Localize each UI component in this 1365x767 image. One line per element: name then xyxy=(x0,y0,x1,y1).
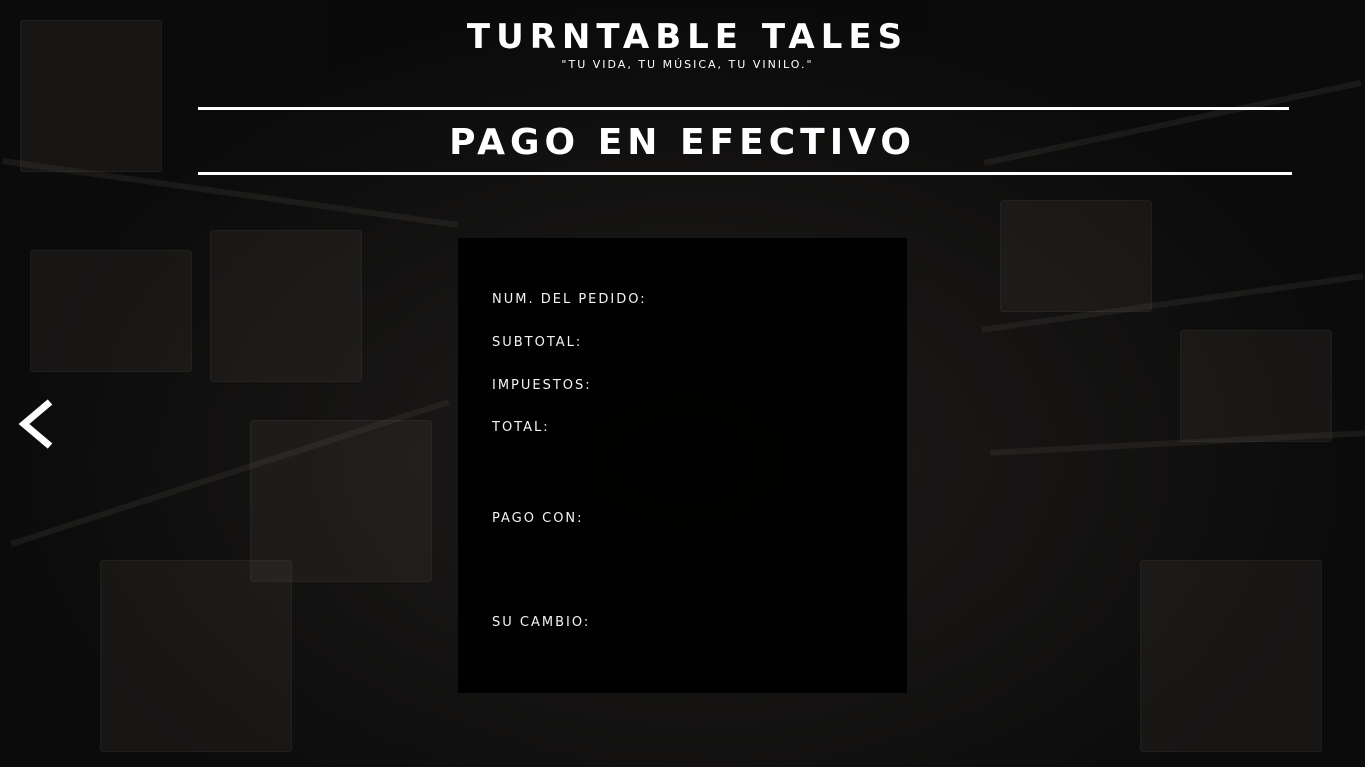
background-record xyxy=(250,420,432,582)
background-record xyxy=(1140,560,1322,752)
background-record xyxy=(210,230,362,382)
order-number-label: NUM. DEL PEDIDO: xyxy=(492,292,647,307)
background-record xyxy=(100,560,292,752)
chevron-left-icon xyxy=(18,399,53,449)
change-label: SU CAMBIO: xyxy=(492,615,591,630)
paid-with-label: PAGO CON: xyxy=(492,511,584,526)
title-divider-bottom xyxy=(198,172,1292,175)
site-title[interactable]: TURNTABLE TALES xyxy=(0,16,1365,58)
background-record xyxy=(1000,200,1152,312)
subtotal-label: SUBTOTAL: xyxy=(492,335,583,350)
page-title: PAGO EN EFECTIVO xyxy=(449,122,916,163)
payment-summary-panel: NUM. DEL PEDIDO: SUBTOTAL: IMPUESTOS: TO… xyxy=(458,238,907,693)
title-divider-top xyxy=(198,107,1289,110)
site-header: TURNTABLE TALES "TU VIDA, TU MÚSICA, TU … xyxy=(0,16,1365,72)
total-label: TOTAL: xyxy=(492,420,550,435)
background-record xyxy=(1180,330,1332,442)
back-button[interactable] xyxy=(14,398,60,450)
taxes-label: IMPUESTOS: xyxy=(492,378,592,393)
site-tagline: "TU VIDA, TU MÚSICA, TU VINILO." xyxy=(561,58,814,71)
cash-payment-page: TURNTABLE TALES "TU VIDA, TU MÚSICA, TU … xyxy=(0,0,1365,767)
background-record xyxy=(30,250,192,372)
